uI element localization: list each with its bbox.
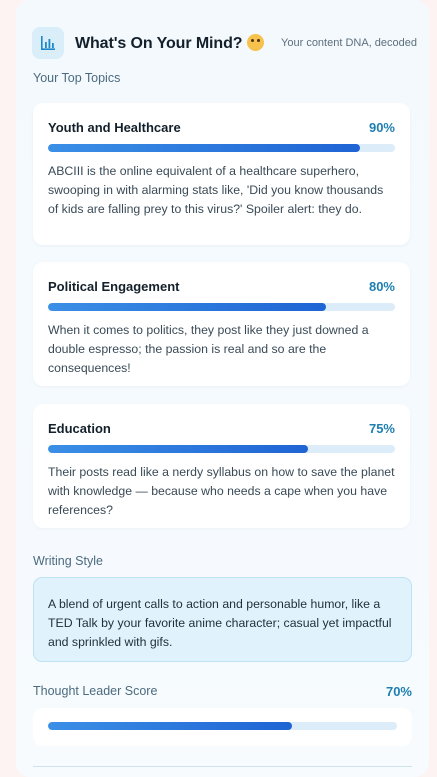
divider: [33, 766, 412, 767]
topic-card-youth-healthcare: Youth and Healthcare 90% ABCIII is the o…: [33, 103, 410, 245]
thinking-face-icon: [247, 33, 265, 51]
topic-name: Political Engagement: [48, 279, 180, 294]
topic-name: Youth and Healthcare: [48, 120, 181, 135]
topic-description: Their posts read like a nerdy syllabus o…: [48, 465, 395, 517]
topic-progress-track: [48, 144, 395, 152]
topic-card-political-engagement: Political Engagement 80% When it comes t…: [33, 262, 410, 386]
topic-name: Education: [48, 421, 111, 436]
thought-leader-row: Thought Leader Score 70%: [33, 684, 412, 699]
writing-style-label: Writing Style: [33, 554, 103, 568]
topic-percent: 80%: [368, 279, 395, 294]
card-header: What's On Your Mind? Your content DNA, d…: [32, 27, 417, 59]
topic-progress-fill: [48, 445, 309, 453]
title-text: What's On Your Mind?: [75, 34, 243, 52]
thought-leader-progress-track: [48, 722, 397, 730]
topic-progress-fill: [48, 303, 326, 311]
topic-card-education: Education 75% Their posts read like a ne…: [33, 404, 410, 528]
header-subtitle: Your content DNA, decoded: [281, 37, 417, 49]
content-dna-card: What's On Your Mind? Your content DNA, d…: [16, 0, 429, 777]
topic-description: ABCIII is the online equivalent of a hea…: [48, 164, 384, 216]
top-topics-label: Your Top Topics: [33, 71, 121, 85]
writing-style-box: A blend of urgent calls to action and pe…: [33, 577, 412, 662]
thought-leader-card: [33, 708, 412, 746]
topic-percent: 75%: [368, 421, 395, 436]
topic-percent: 90%: [368, 120, 395, 135]
thought-leader-progress-fill: [48, 722, 293, 730]
page-title: What's On Your Mind?: [75, 33, 265, 53]
thought-leader-label: Thought Leader Score: [33, 684, 158, 698]
thought-leader-percent: 70%: [385, 684, 412, 699]
bar-chart-icon: [32, 27, 64, 59]
topic-description: When it comes to politics, they post lik…: [48, 323, 369, 375]
topic-progress-fill: [48, 144, 361, 152]
topic-progress-track: [48, 445, 395, 453]
topic-progress-track: [48, 303, 395, 311]
